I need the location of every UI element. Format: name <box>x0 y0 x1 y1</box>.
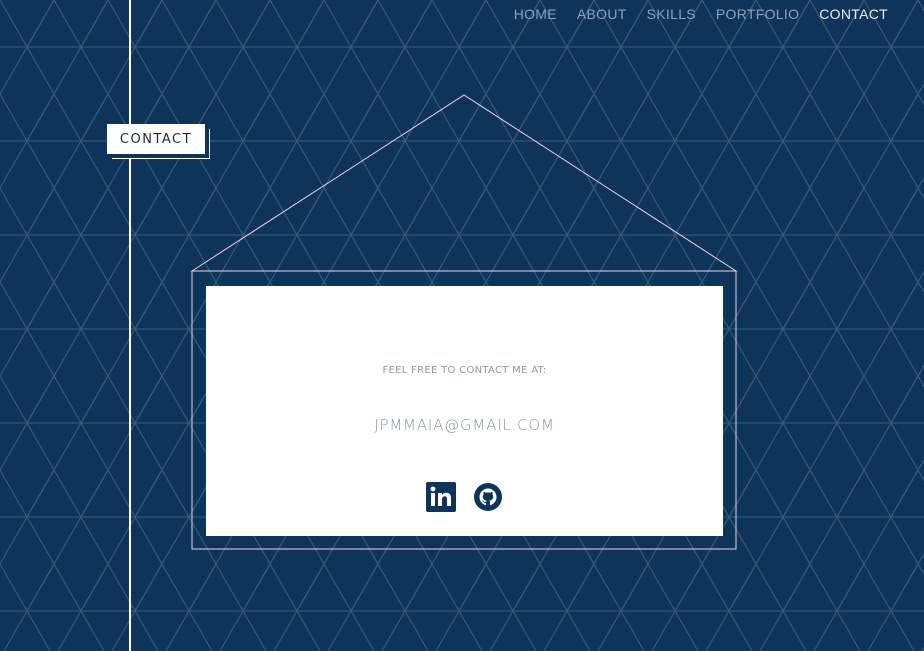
nav-item-skills[interactable]: SKILLS <box>647 6 696 22</box>
top-navigation: HOME ABOUT SKILLS PORTFOLIO CONTACT <box>514 6 888 22</box>
contact-card: FEEL FREE TO CONTACT ME AT: JPMMAIA@GMAI… <box>206 286 723 536</box>
timeline-line <box>129 0 131 651</box>
nav-item-home[interactable]: HOME <box>514 6 557 22</box>
contact-intro-text: FEEL FREE TO CONTACT ME AT: <box>382 365 547 376</box>
nav-item-contact[interactable]: CONTACT <box>819 6 888 22</box>
contact-email[interactable]: JPMMAIA@GMAIL.COM <box>206 416 723 434</box>
nav-item-portfolio[interactable]: PORTFOLIO <box>716 6 799 22</box>
nav-item-about[interactable]: ABOUT <box>577 6 627 22</box>
social-links <box>206 482 723 512</box>
github-icon[interactable] <box>473 482 503 512</box>
section-label: CONTACT <box>107 124 205 154</box>
linkedin-icon[interactable] <box>426 482 456 512</box>
